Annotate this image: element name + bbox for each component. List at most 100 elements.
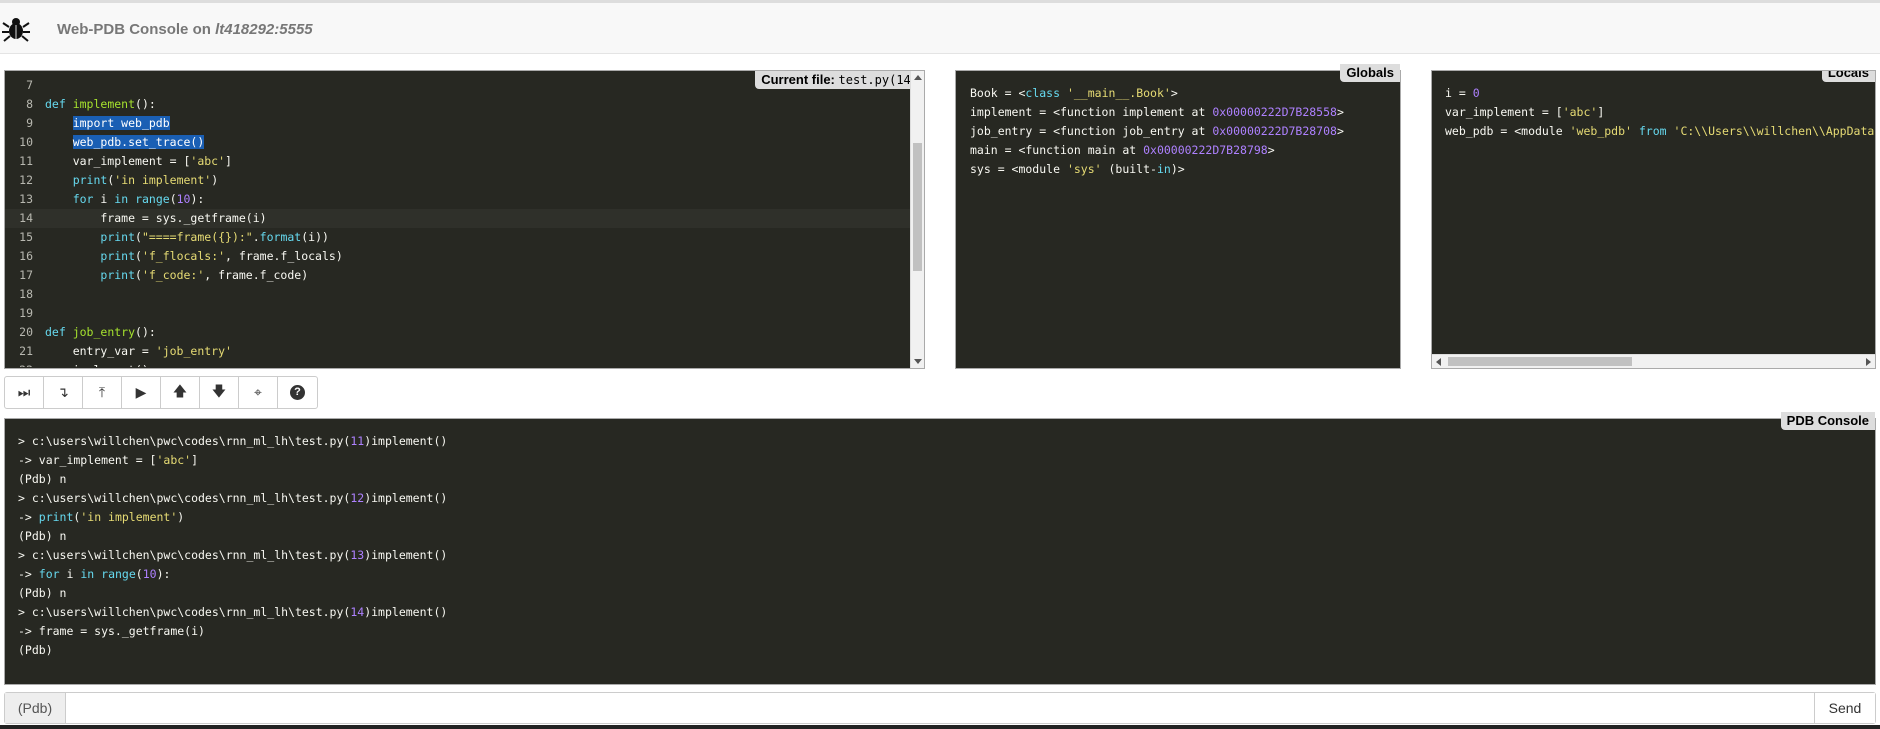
code-token: 'abc' — [1562, 105, 1598, 119]
app-header: Web-PDB Console on lt418292:5555 — [0, 0, 1880, 54]
current-file-panel[interactable]: Current file: test.py(14) 7 8 def implemen… — [4, 70, 925, 369]
code-token: . — [252, 230, 260, 244]
code-token: > — [1170, 86, 1178, 100]
code-token: (i)) — [301, 230, 329, 244]
code-line[interactable]: 18 — [5, 285, 910, 304]
pdb-prompt-label: (Pdb) — [5, 693, 66, 723]
code-token: 'f_flocals:' — [141, 249, 226, 263]
line-number[interactable]: 12 — [5, 171, 45, 190]
scroll-down-arrow-icon[interactable] — [914, 359, 922, 364]
code-token: )implement() — [364, 491, 448, 505]
code-token: print — [100, 268, 136, 282]
line-number[interactable]: 21 — [5, 342, 45, 361]
down-icon: 🡇 — [211, 382, 227, 399]
code-vertical-scrollbar[interactable] — [910, 71, 924, 368]
help-icon: ? — [290, 385, 305, 400]
code-token: 10 — [142, 567, 157, 581]
window-bottom-edge — [0, 725, 1880, 729]
help-button[interactable]: ? — [278, 377, 317, 408]
code-token: (Pdb) n — [18, 586, 67, 600]
code-token: 0 — [1472, 86, 1480, 100]
code-token: 'C:\\Users\\willchen\\AppData — [1673, 124, 1875, 138]
code-token: for — [72, 192, 94, 206]
command-bar: (Pdb) Send — [4, 692, 1876, 724]
code-line[interactable]: 16 print('f_flocals:', frame.f_locals) — [5, 247, 910, 266]
current-code-line[interactable]: 14 frame = sys._getframe(i) — [5, 209, 910, 228]
line-number[interactable]: 18 — [5, 285, 45, 304]
code-token: ( — [135, 230, 142, 244]
line-number[interactable]: 9 — [5, 114, 45, 133]
code-token: i = — [1445, 86, 1473, 100]
code-token: > — [1267, 143, 1275, 157]
scroll-right-arrow-icon[interactable] — [1866, 358, 1871, 366]
code-token: (): — [135, 325, 156, 339]
code-line[interactable]: 11 var_implement = ['abc'] — [5, 152, 910, 171]
up-button[interactable]: 🡅 — [161, 377, 200, 408]
code-token: var_implement = [ — [45, 154, 191, 168]
line-number[interactable]: 22 — [5, 361, 45, 367]
code-token: > — [1336, 105, 1344, 119]
code-line[interactable]: 9 import web_pdb — [5, 114, 910, 133]
globals-panel[interactable]: Globals Book = <class '__main__.Book'> im… — [955, 64, 1401, 369]
console-line: > c:\users\willchen\pwc\codes\rnn_ml_lh\… — [18, 603, 447, 622]
down-button[interactable]: 🡇 — [200, 377, 239, 408]
code-line[interactable]: 21 entry_var = 'job_entry' — [5, 342, 910, 361]
locals-scroll-thumb[interactable] — [1448, 357, 1632, 366]
code-scroll-thumb[interactable] — [913, 143, 922, 271]
code-token: print — [100, 249, 136, 263]
code-line[interactable]: 13 for i in range(10): — [5, 190, 910, 209]
code-view[interactable]: 7 8 def implement(): 9 import web_pdb 10 web… — [5, 76, 910, 367]
code-token: job_entry = <function job_entry at — [970, 124, 1213, 138]
step-button[interactable]: ↴ — [44, 377, 83, 408]
code-line[interactable]: 8 def implement(): — [5, 95, 910, 114]
pdb-console-panel[interactable]: PDB Console > c:\users\willchen\pwc\code… — [4, 412, 1876, 685]
console-line: > c:\users\willchen\pwc\codes\rnn_ml_lh\… — [18, 432, 447, 451]
locals-panel[interactable]: Locals i = 0 var_implement = ['abc'] web_p… — [1431, 70, 1876, 369]
code-token: > c:\users\willchen\pwc\codes\rnn_ml_lh\… — [18, 548, 351, 562]
code-line[interactable]: 7 — [5, 76, 910, 95]
code-token: , frame.f_code) — [204, 268, 309, 282]
line-number[interactable]: 14 — [5, 209, 45, 228]
code-line[interactable]: 10 web_pdb.set_trace() — [5, 133, 910, 152]
line-number[interactable]: 20 — [5, 323, 45, 342]
console-output: > c:\users\willchen\pwc\codes\rnn_ml_lh\… — [18, 432, 447, 660]
line-number[interactable]: 7 — [5, 76, 45, 95]
line-number[interactable]: 13 — [5, 190, 45, 209]
code-line[interactable]: 22 implement() — [5, 361, 910, 367]
code-token: job_entry — [72, 325, 136, 339]
console-line: -> frame = sys._getframe(i) — [18, 622, 447, 641]
scroll-left-arrow-icon[interactable] — [1436, 358, 1441, 366]
line-number[interactable]: 15 — [5, 228, 45, 247]
code-token: ] — [191, 453, 199, 467]
command-input[interactable] — [66, 693, 1815, 723]
line-number[interactable]: 16 — [5, 247, 45, 266]
return-button[interactable]: ⤒ — [83, 377, 122, 408]
line-number[interactable]: 19 — [5, 304, 45, 323]
next-button[interactable]: ⏭ — [5, 377, 44, 408]
line-number[interactable]: 10 — [5, 133, 45, 152]
send-button[interactable]: Send — [1814, 693, 1875, 723]
code-line[interactable]: 15 print("====frame({}):".format(i)) — [5, 228, 910, 247]
code-line[interactable]: 20 def job_entry(): — [5, 323, 910, 342]
code-token: Book = < — [970, 86, 1026, 100]
line-number[interactable]: 8 — [5, 95, 45, 114]
locals-horizontal-scrollbar[interactable] — [1432, 354, 1875, 368]
locals-view: i = 0 var_implement = ['abc'] web_pdb = <m… — [1445, 84, 1874, 141]
line-number[interactable]: 17 — [5, 266, 45, 285]
code-token: entry_var = — [45, 344, 156, 358]
line-number[interactable]: 11 — [5, 152, 45, 171]
code-token: -> var_implement = [ — [18, 453, 157, 467]
code-line[interactable]: 12 print('in implement') — [5, 171, 910, 190]
code-line[interactable]: 19 — [5, 304, 910, 323]
code-line[interactable]: 17 print('f_code:', frame.f_code) — [5, 266, 910, 285]
where-button[interactable]: ⌖ — [239, 377, 278, 408]
continue-button[interactable]: ▶ — [122, 377, 161, 408]
code-token: (Pdb) n — [18, 472, 67, 486]
host-address: lt418292:5555 — [215, 21, 313, 38]
code-token: format — [259, 230, 302, 244]
code-token: (): — [135, 97, 156, 111]
scroll-up-arrow-icon[interactable] — [914, 75, 922, 80]
code-token: 0x00000222D7B28558 — [1212, 105, 1337, 119]
